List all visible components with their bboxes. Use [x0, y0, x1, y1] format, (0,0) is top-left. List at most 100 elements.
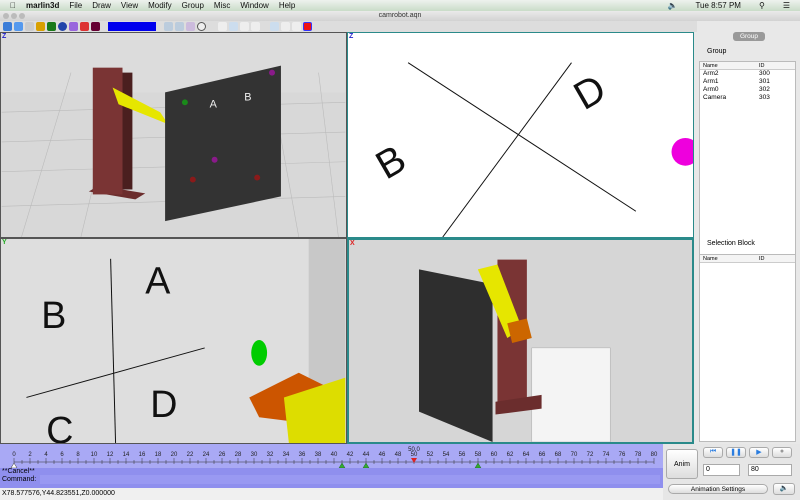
column-name[interactable]: Name [703, 62, 759, 69]
command-area: **Cancel** Command: [0, 468, 663, 488]
tick-label: 58 [475, 452, 482, 458]
sphere-tool-icon[interactable] [58, 22, 67, 31]
tick-label: 70 [571, 452, 578, 458]
apple-icon[interactable]:  [10, 1, 16, 10]
viewport-axis-label: Z [2, 33, 7, 40]
command-label: Command: [2, 476, 37, 483]
table-row[interactable]: Arm0 302 [700, 86, 795, 94]
row-id: 301 [759, 78, 770, 85]
row-name: Arm2 [703, 70, 719, 77]
menu-window[interactable]: Window [240, 1, 268, 10]
start-frame-field[interactable]: 0 [703, 464, 740, 476]
row-id: 303 [759, 94, 770, 101]
column-name[interactable]: Name [703, 255, 759, 262]
line-red-icon[interactable] [218, 22, 227, 31]
timeline-ruler[interactable]: 0 2 4 6 8 10 12 14 16 18 20 22 24 26 28 30 32 34 36 38 40 42 4… [0, 444, 663, 469]
tick-label: 68 [555, 452, 562, 458]
tick-label: 4 [44, 452, 48, 458]
timeline-panel: 0 2 4 6 8 10 12 14 16 18 20 22 24 26 28 30 32 34 36 38 40 42 4… [0, 444, 663, 488]
menu-group[interactable]: Group [182, 1, 204, 10]
sound-button[interactable]: 🔈 [773, 483, 795, 495]
tick-label: 42 [347, 452, 354, 458]
tick-label: 8 [76, 452, 80, 458]
tick-label: 80 [651, 452, 658, 458]
viewport-front[interactable]: B A C D Y [0, 238, 347, 444]
viewport-top[interactable]: B D Z [347, 32, 694, 238]
menu-file[interactable]: File [69, 1, 82, 10]
pan-hand-icon[interactable] [281, 22, 290, 31]
key-flag-icon[interactable] [186, 22, 195, 31]
play-flag-icon[interactable] [175, 22, 184, 31]
grid-icon[interactable] [251, 22, 260, 31]
tab-group[interactable]: Group [733, 32, 765, 41]
menu-draw[interactable]: Draw [92, 1, 111, 10]
clock[interactable]: Tue 8:57 PM [695, 1, 741, 10]
table-header: Name ID [700, 62, 795, 70]
light-tool-icon[interactable] [80, 22, 89, 31]
end-frame-field[interactable]: 80 [748, 464, 792, 476]
ruler-svg: 0 2 4 6 8 10 12 14 16 18 20 22 24 26 28 30 32 34 36 38 40 42 4… [10, 447, 658, 469]
pause-button[interactable]: ❚❚ [726, 447, 746, 458]
zoom-icon[interactable] [270, 22, 279, 31]
zoom-button[interactable] [19, 13, 25, 19]
viewport-side[interactable]: X [347, 238, 694, 444]
menu-app[interactable]: marlin3d [26, 1, 59, 10]
triangle-tool-icon[interactable] [36, 22, 45, 31]
label-d: D [567, 66, 614, 118]
anim-button[interactable]: Anim [666, 449, 698, 479]
group-table: Name ID Arm2 300 Arm1 301 Arm0 302 Camera 303 [699, 61, 796, 256]
clock-icon[interactable] [197, 22, 206, 31]
column-id[interactable]: ID [759, 255, 765, 262]
tick-label: 72 [587, 452, 594, 458]
viewport-perspective[interactable]: A B Z [0, 32, 347, 238]
row-name: Arm0 [703, 86, 719, 93]
command-input[interactable] [40, 475, 661, 484]
minimize-button[interactable] [11, 13, 17, 19]
menu-misc[interactable]: Misc [214, 1, 230, 10]
record-icon[interactable] [303, 22, 312, 31]
tick-label: 34 [283, 452, 290, 458]
tick-label: 76 [619, 452, 626, 458]
label-b: B [368, 137, 413, 188]
tick-label: 22 [187, 452, 194, 458]
color-swatch[interactable] [108, 22, 156, 31]
menu-modify[interactable]: Modify [148, 1, 172, 10]
viewport-axis-label: X [350, 240, 355, 247]
tick-label: 24 [203, 452, 210, 458]
label-c: C [46, 409, 73, 443]
tick-label: 62 [507, 452, 514, 458]
stop-button[interactable]: ● [772, 447, 792, 458]
line-plain-icon[interactable] [240, 22, 249, 31]
curve-tool-icon[interactable] [25, 22, 34, 31]
cube-tool-icon[interactable] [47, 22, 56, 31]
undo-icon[interactable] [164, 22, 173, 31]
table-row[interactable]: Arm1 301 [700, 78, 795, 86]
table-row[interactable]: Arm2 300 [700, 70, 795, 78]
column-id[interactable]: ID [759, 62, 765, 69]
shape-tool-icon[interactable] [91, 22, 100, 31]
play-button[interactable]: ▶ [749, 447, 769, 458]
front-scene: B A C D [26, 239, 346, 443]
rewind-button[interactable]: ⏮ [703, 447, 723, 458]
close-button[interactable] [3, 13, 9, 19]
tick-label: 36 [299, 452, 306, 458]
search-icon[interactable]: ⚲ [759, 1, 765, 10]
robot-column [92, 67, 123, 195]
label-d: D [150, 383, 177, 425]
menu-view[interactable]: View [121, 1, 138, 10]
line-tool-icon[interactable] [229, 22, 238, 31]
animation-settings-button[interactable]: Animation Settings [668, 484, 768, 494]
grid-plane [531, 347, 611, 442]
rotate-icon[interactable] [292, 22, 301, 31]
list-icon[interactable]: ☰ [783, 1, 790, 10]
volume-icon[interactable]: 🔈 [667, 1, 677, 10]
gear-tool-icon[interactable] [69, 22, 78, 31]
menu-help[interactable]: Help [279, 1, 295, 10]
tick-label: 0 [12, 452, 16, 458]
select-tool-icon[interactable] [3, 22, 12, 31]
target-board [419, 269, 493, 442]
menu-bar:  marlin3d File Draw View Modify Group M… [0, 0, 800, 11]
tick-label: 14 [123, 452, 130, 458]
table-row[interactable]: Camera 303 [700, 94, 795, 102]
monitor-tool-icon[interactable] [14, 22, 23, 31]
